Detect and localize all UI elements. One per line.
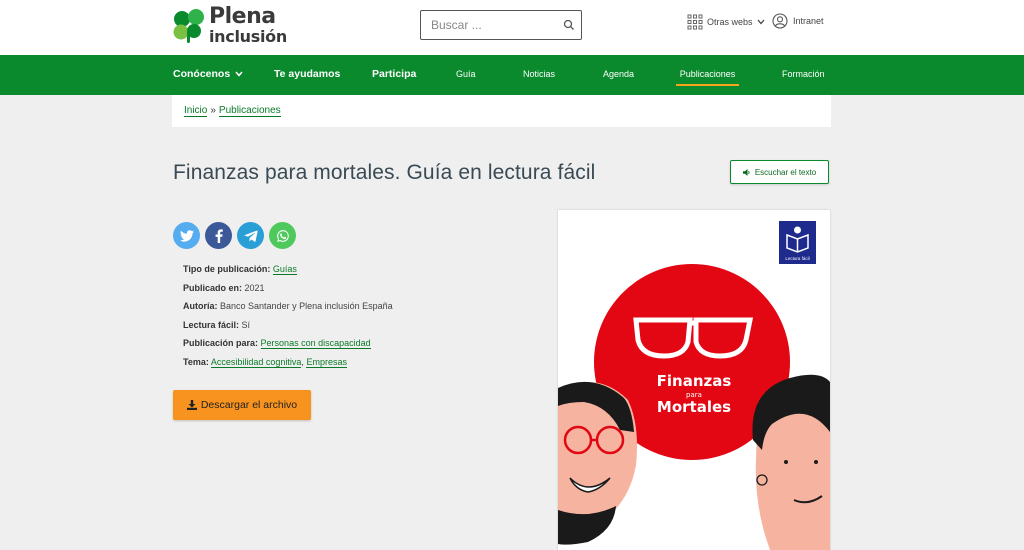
clover-logo-icon	[173, 8, 204, 43]
breadcrumb-current-link[interactable]: Publicaciones	[218, 105, 281, 117]
meta-link-para[interactable]: Personas con discapacidad	[260, 338, 371, 349]
download-button[interactable]: Descargar el archivo	[173, 390, 311, 420]
grid-icon	[687, 14, 703, 30]
nav-item-guia[interactable]: Guía	[456, 55, 476, 95]
logo-line2: inclusión	[209, 27, 287, 46]
meta-label: Publicación para:	[183, 338, 259, 348]
user-icon	[772, 13, 788, 29]
nav-item-publicaciones[interactable]: Publicaciones	[676, 55, 739, 95]
publication-meta: Tipo de publicación: Guías Publicado en:…	[183, 262, 393, 373]
logo-line1: Plena	[209, 4, 276, 29]
nav-label: Conócenos	[173, 68, 231, 80]
whatsapp-icon	[276, 229, 289, 242]
breadcrumb-home-link[interactable]: Inicio	[184, 105, 208, 117]
telegram-icon	[243, 230, 258, 242]
share-twitter-button[interactable]	[173, 222, 200, 249]
share-whatsapp-button[interactable]	[269, 222, 296, 249]
intranet-link[interactable]: Intranet	[772, 13, 824, 29]
listen-label: Escuchar el texto	[754, 167, 817, 177]
nav-item-participa[interactable]: Participa	[372, 55, 416, 95]
nav-item-conocenos[interactable]: Conócenos	[173, 55, 243, 95]
nav-item-agenda[interactable]: Agenda	[603, 55, 634, 95]
meta-label: Lectura fácil:	[183, 319, 240, 330]
download-icon	[186, 400, 197, 410]
meta-row-lectura: Lectura fácil: Sí	[183, 318, 393, 337]
twitter-icon	[179, 229, 194, 242]
lectura-facil-badge: Lectura fácil	[779, 221, 816, 264]
share-buttons	[173, 222, 301, 249]
meta-label: Autoría:	[183, 301, 218, 311]
meta-row-publicado: Publicado en: 2021	[183, 281, 393, 300]
cover-title-line3: Mortales	[656, 398, 732, 416]
meta-value-publicado: 2021	[244, 282, 265, 293]
meta-label: Publicado en:	[183, 282, 243, 293]
meta-row-autoria: Autoría: Banco Santander y Plena inclusi…	[183, 299, 393, 318]
search-input[interactable]	[421, 11, 551, 39]
meta-value-lectura: Sí	[241, 319, 251, 330]
nav-item-te-ayudamos[interactable]: Te ayudamos	[274, 55, 340, 95]
download-label: Descargar el archivo	[200, 399, 298, 411]
otras-webs-menu[interactable]: Otras webs	[687, 14, 769, 30]
meta-row-tema: Tema: Accesibilidad cognitiva, Empresas	[183, 355, 393, 374]
share-telegram-button[interactable]	[237, 222, 264, 249]
meta-label: Tema:	[183, 356, 209, 367]
page-title: Finanzas para mortales. Guía en lectura …	[173, 161, 596, 184]
main-nav: Conócenos Te ayudamos Participa Guía Not…	[0, 55, 1024, 95]
search-icon[interactable]	[563, 19, 575, 31]
meta-row-tipo: Tipo de publicación: Guías	[183, 262, 393, 281]
publication-cover[interactable]: Finanzas para Mortales Lectura fácil	[558, 210, 830, 550]
meta-link-tema-1[interactable]: Accesibilidad cognitiva	[210, 356, 302, 368]
meta-row-para: Publicación para: Personas con discapaci…	[183, 336, 393, 355]
breadcrumb-separator: »	[210, 105, 216, 116]
facebook-icon	[215, 228, 223, 243]
lectura-facil-icon	[786, 226, 809, 253]
cover-title-line1: Finanzas	[656, 372, 732, 390]
breadcrumb: Inicio» Publicaciones	[172, 95, 831, 127]
site-header: Plena inclusión Otras webs Intra	[0, 0, 1024, 55]
search-box	[420, 10, 582, 40]
lectura-facil-label: Lectura fácil	[785, 256, 810, 261]
chevron-down-icon	[235, 71, 243, 77]
otras-webs-label: Otras webs	[707, 17, 753, 27]
meta-link-tipo[interactable]: Guías	[272, 264, 297, 275]
meta-value-autoria: Banco Santander y Plena inclusión España	[220, 301, 393, 311]
speaker-icon	[742, 168, 750, 176]
chevron-down-icon	[757, 19, 765, 25]
listen-button[interactable]: Escuchar el texto	[730, 160, 829, 184]
share-facebook-button[interactable]	[205, 222, 232, 249]
nav-item-formacion[interactable]: Formación	[782, 55, 825, 95]
meta-label: Tipo de publicación:	[183, 264, 271, 274]
meta-link-tema-2[interactable]: Empresas	[306, 356, 347, 368]
meta-separator: ,	[301, 356, 304, 367]
nav-item-noticias[interactable]: Noticias	[523, 55, 555, 95]
site-logo[interactable]: Plena inclusión	[172, 6, 287, 45]
intranet-label: Intranet	[793, 16, 824, 26]
